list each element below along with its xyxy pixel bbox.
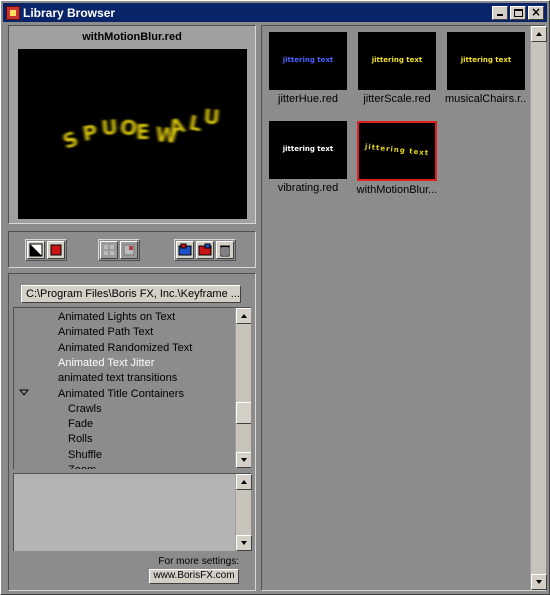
preview-title: withMotionBlur.red [82, 31, 182, 43]
thumbnail-image[interactable]: jittering text [358, 32, 436, 90]
tree-item[interactable]: Crawls [68, 402, 102, 417]
thumbnail-scrollbar[interactable] [530, 26, 547, 590]
library-tree-panel: C:\Program Files\Boris FX, Inc.\Keyframe… [8, 273, 256, 591]
tree-item[interactable]: Zoom [68, 463, 96, 469]
thumbnail-scroll-down-button[interactable] [531, 574, 547, 590]
trash-icon [220, 245, 230, 257]
maximize-icon [514, 8, 523, 17]
tree-item[interactable]: Animated Title Containers [58, 387, 184, 402]
maximize-button[interactable] [510, 5, 526, 20]
tree-scroll-down-button[interactable] [236, 452, 251, 468]
tree-scroll-thumb[interactable] [236, 402, 251, 424]
thumbnail-scroll-up-button[interactable] [531, 26, 547, 42]
add-folder-button[interactable] [176, 241, 194, 259]
library-browser-window: Library Browser × withMotionBlur.red SPU… [0, 0, 550, 595]
close-button[interactable]: × [528, 4, 544, 20]
preview-background-button[interactable] [27, 241, 45, 259]
preview-screen: SPUOEWALU [18, 49, 247, 219]
title-bar[interactable]: Library Browser × [3, 3, 547, 22]
thumbnail-preview-text: jittering text [282, 145, 334, 153]
tree-item[interactable]: Animated Randomized Text [58, 341, 192, 356]
preview-letter: S [60, 126, 82, 153]
app-icon[interactable] [6, 5, 20, 20]
preview-letter: E [136, 120, 150, 144]
thumbnail-image[interactable]: jittering text [447, 32, 525, 90]
window-title: Library Browser [23, 5, 116, 20]
thumbnail-preview-text: jittering text [282, 56, 334, 64]
library-tree[interactable]: Animated Lights on Text Animated Path Tex… [13, 307, 251, 469]
tree-item[interactable]: Fade [68, 417, 93, 432]
tree-item[interactable]: Shuffle [68, 448, 102, 463]
add-folder-icon [178, 243, 192, 256]
thumbnail-label: musicalChairs.r... [445, 93, 527, 105]
thumbnail-preview-text: jittering text [371, 56, 423, 64]
description-scroll-up-button[interactable] [236, 474, 252, 490]
single-view-icon [123, 244, 135, 256]
thumbnail-label: withMotionBlur... [356, 184, 438, 196]
preview-panel: withMotionBlur.red SPUOEWALU [8, 25, 256, 224]
grid-view-button[interactable] [100, 241, 118, 259]
contrast-icon [29, 243, 43, 257]
tree-item[interactable]: Animated Lights on Text [58, 310, 175, 325]
arrow-up-icon [536, 32, 542, 36]
preview-letter: P [81, 120, 100, 146]
preview-letter: U [100, 115, 118, 140]
arrow-up-icon [241, 480, 247, 484]
thumbnail-tile[interactable]: jittering text musicalChairs.r... [445, 32, 527, 105]
close-icon: × [530, 4, 542, 19]
description-area [13, 473, 252, 551]
website-link-button[interactable]: www.BorisFX.com [149, 569, 239, 584]
minimize-button[interactable] [492, 5, 508, 20]
preview-letter: U [203, 104, 221, 129]
thumbnail-preview-text: jittering text [460, 56, 512, 64]
tree-item[interactable]: Rolls [68, 432, 92, 447]
preview-controls-group [25, 239, 67, 261]
thumbnail-label: vibrating.red [277, 182, 339, 194]
thumbnail-tile[interactable]: jittering text jitterHue.red [267, 32, 349, 105]
left-column: withMotionBlur.red SPUOEWALU C:\Program … [8, 25, 256, 591]
thumbnail-tile[interactable]: jittering text vibrating.red [267, 121, 349, 194]
expand-arrow-icon[interactable] [18, 387, 30, 402]
stop-icon [50, 244, 62, 256]
preview-motion-blur-text: S P U OE WA LU [60, 104, 221, 154]
stop-button[interactable] [47, 241, 65, 259]
single-view-button[interactable] [120, 241, 138, 259]
tree-scrollbar[interactable] [235, 308, 251, 468]
add-effect-button[interactable] [196, 241, 214, 259]
more-settings-label: For more settings: [158, 556, 239, 567]
thumbnail-grid: jittering text jitterHue.red jittering tex… [261, 25, 547, 591]
thumbnail-image[interactable]: jittering text [269, 32, 347, 90]
tree-item[interactable]: Animated Text Jitter [58, 356, 154, 371]
thumbnail-tile[interactable]: jittering text jitterScale.red [356, 32, 438, 105]
library-controls-group [174, 239, 236, 261]
thumbnail-preview-text: jittering text [364, 142, 430, 158]
tree-item[interactable]: animated text transitions [58, 371, 177, 386]
delete-button[interactable] [216, 241, 234, 259]
arrow-down-icon [241, 541, 247, 545]
description-scrollbar[interactable] [235, 474, 252, 551]
grid-icon [104, 245, 114, 255]
view-controls-group [98, 239, 140, 261]
tree-item[interactable]: Animated Path Text [58, 325, 153, 340]
controls-panel [8, 231, 256, 268]
thumbnail-label: jitterHue.red [278, 93, 338, 105]
thumbnail-image[interactable]: jittering text [357, 121, 437, 181]
thumbnail-tile[interactable]: jittering text withMotionBlur... [356, 121, 438, 196]
tree-scroll-up-button[interactable] [236, 308, 251, 324]
thumbnail-label: jitterScale.red [363, 93, 431, 105]
thumbnail-image[interactable]: jittering text [269, 121, 347, 179]
description-scroll-down-button[interactable] [236, 535, 252, 551]
arrow-down-icon [241, 458, 247, 462]
arrow-down-icon [536, 580, 542, 584]
arrow-up-icon [241, 314, 247, 318]
minimize-icon [497, 13, 503, 16]
library-path-button[interactable]: C:\Program Files\Boris FX, Inc.\Keyframe… [21, 285, 241, 303]
add-effect-icon [198, 243, 212, 256]
preview-letter: L [187, 110, 204, 136]
